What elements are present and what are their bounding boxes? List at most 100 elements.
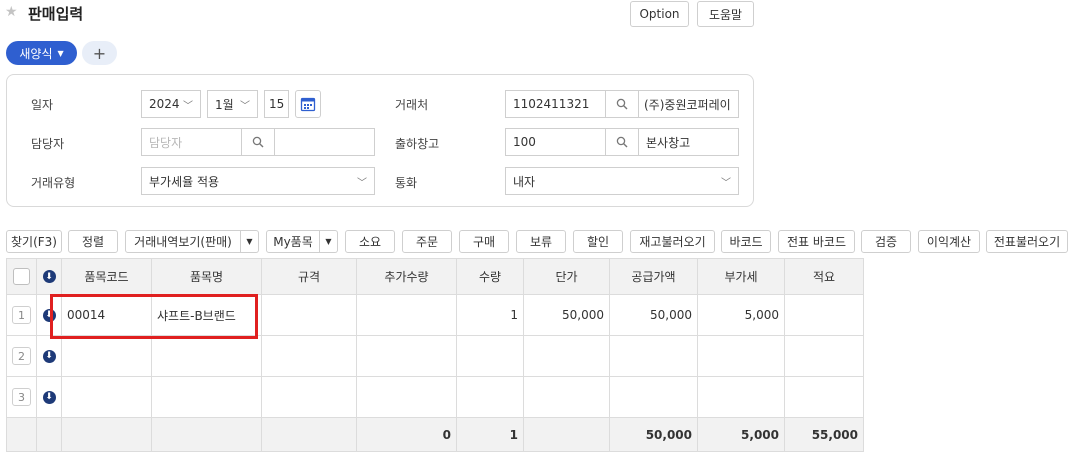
download-icon[interactable]: ⬇ <box>42 349 56 363</box>
day-input[interactable]: 15 <box>264 90 289 118</box>
supply-cell[interactable]: 50,000 <box>609 294 698 336</box>
row-number[interactable]: 1 <box>12 306 31 324</box>
spec-cell[interactable] <box>261 294 357 336</box>
trade-type-select[interactable]: 부가세율 적용 ﹀ <box>141 167 375 195</box>
header-memo[interactable]: 적요 <box>784 258 864 295</box>
price-cell[interactable]: 50,000 <box>523 294 610 336</box>
memo-cell[interactable] <box>784 376 864 418</box>
supply-cell[interactable] <box>609 335 698 377</box>
help-button[interactable]: 도움말 <box>697 1 754 27</box>
totals-blank <box>6 417 37 452</box>
memo-cell[interactable] <box>784 294 864 336</box>
memo-cell[interactable] <box>784 335 864 377</box>
manager-name-field[interactable] <box>274 128 375 156</box>
year-value: 2024 <box>149 97 180 111</box>
row-download-cell[interactable]: ⬇ <box>36 335 62 377</box>
qty-cell[interactable]: 1 <box>456 294 524 336</box>
calendar-button[interactable] <box>295 90 321 118</box>
customer-search-button[interactable] <box>605 90 639 118</box>
purchase-button[interactable]: 구매 <box>459 230 509 253</box>
chevron-down-icon: ﹀ <box>721 177 731 189</box>
month-select[interactable]: 1월 ﹀ <box>207 90 258 118</box>
download-icon[interactable]: ⬇ <box>42 270 56 283</box>
warehouse-name-field[interactable]: 본사창고 <box>638 128 739 156</box>
extra-qty-cell[interactable] <box>356 335 457 377</box>
customer-code-input[interactable]: 1102411321 <box>505 90 606 118</box>
find-button[interactable]: 찾기(F3) <box>6 230 62 253</box>
total-supply: 50,000 <box>609 417 698 452</box>
trade-type-label: 거래유형 <box>31 176 76 190</box>
row-download-cell[interactable]: ⬇ <box>36 376 62 418</box>
add-tab-button[interactable]: + <box>82 41 117 65</box>
history-dropdown-icon[interactable]: ▼ <box>241 230 259 253</box>
row-number-cell[interactable]: 1 <box>6 294 37 336</box>
vat-cell[interactable] <box>697 376 785 418</box>
row-number[interactable]: 2 <box>12 347 31 365</box>
header-code[interactable]: 품목코드 <box>61 258 152 295</box>
row-number-cell[interactable]: 3 <box>6 376 37 418</box>
vat-cell[interactable] <box>697 335 785 377</box>
download-icon[interactable]: ⬇ <box>42 390 56 404</box>
row-number-cell[interactable]: 2 <box>6 335 37 377</box>
warehouse-code-input[interactable]: 100 <box>505 128 606 156</box>
qty-cell[interactable] <box>456 335 524 377</box>
total-qty: 1 <box>456 417 524 452</box>
manager-search-button[interactable] <box>241 128 275 156</box>
header-extra-qty[interactable]: 추가수량 <box>356 258 457 295</box>
extra-qty-cell[interactable] <box>356 294 457 336</box>
header-supply[interactable]: 공급가액 <box>609 258 698 295</box>
header-spec[interactable]: 규격 <box>261 258 357 295</box>
select-all-cell[interactable] <box>6 258 37 295</box>
favorite-star-icon[interactable]: ★ <box>5 4 18 20</box>
header-qty[interactable]: 수량 <box>456 258 524 295</box>
sort-button[interactable]: 정렬 <box>68 230 118 253</box>
stock-load-button[interactable]: 재고불러오기 <box>630 230 715 253</box>
warehouse-search-button[interactable] <box>605 128 639 156</box>
vat-cell[interactable]: 5,000 <box>697 294 785 336</box>
calendar-icon <box>300 97 316 112</box>
table-row[interactable]: 3 ⬇ <box>6 376 864 418</box>
table-row[interactable]: 2 ⬇ <box>6 335 864 377</box>
search-icon <box>616 136 628 148</box>
name-cell[interactable] <box>151 335 262 377</box>
total-extra-qty: 0 <box>356 417 457 452</box>
price-cell[interactable] <box>523 335 610 377</box>
order-button[interactable]: 주문 <box>402 230 452 253</box>
header-price[interactable]: 단가 <box>523 258 610 295</box>
price-cell[interactable] <box>523 376 610 418</box>
verify-button[interactable]: 검증 <box>861 230 911 253</box>
consume-button[interactable]: 소요 <box>345 230 395 253</box>
code-cell[interactable] <box>61 335 152 377</box>
spec-cell[interactable] <box>261 376 357 418</box>
year-select[interactable]: 2024 ﹀ <box>141 90 201 118</box>
profit-calc-button[interactable]: 이익계산 <box>918 230 980 253</box>
download-all-cell[interactable]: ⬇ <box>36 258 62 295</box>
supply-cell[interactable] <box>609 376 698 418</box>
spec-cell[interactable] <box>261 335 357 377</box>
hold-button[interactable]: 보류 <box>516 230 566 253</box>
discount-button[interactable]: 할인 <box>573 230 623 253</box>
code-cell[interactable] <box>61 376 152 418</box>
name-cell[interactable] <box>151 376 262 418</box>
manager-input[interactable]: 담당자 <box>141 128 242 156</box>
currency-select[interactable]: 내자 ﹀ <box>505 167 739 195</box>
header-name[interactable]: 품목명 <box>151 258 262 295</box>
select-all-checkbox[interactable] <box>13 268 30 285</box>
slip-load-button[interactable]: 전표불러오기 <box>986 230 1068 253</box>
totals-blank <box>151 417 262 452</box>
totals-blank <box>523 417 610 452</box>
option-button[interactable]: Option <box>630 1 689 27</box>
row-number[interactable]: 3 <box>12 388 31 406</box>
slip-barcode-button[interactable]: 전표 바코드 <box>778 230 855 253</box>
customer-name-field[interactable]: (주)중원코퍼레이 <box>638 90 739 118</box>
search-icon <box>616 98 628 110</box>
qty-cell[interactable] <box>456 376 524 418</box>
my-items-dropdown-icon[interactable]: ▼ <box>320 230 338 253</box>
new-form-button[interactable]: 새양식 ▼ <box>6 41 77 65</box>
header-vat[interactable]: 부가세 <box>697 258 785 295</box>
total-vat: 5,000 <box>697 417 785 452</box>
extra-qty-cell[interactable] <box>356 376 457 418</box>
my-items-button[interactable]: My품목 <box>266 230 320 253</box>
barcode-button[interactable]: 바코드 <box>721 230 771 253</box>
history-button[interactable]: 거래내역보기(판매) <box>125 230 241 253</box>
